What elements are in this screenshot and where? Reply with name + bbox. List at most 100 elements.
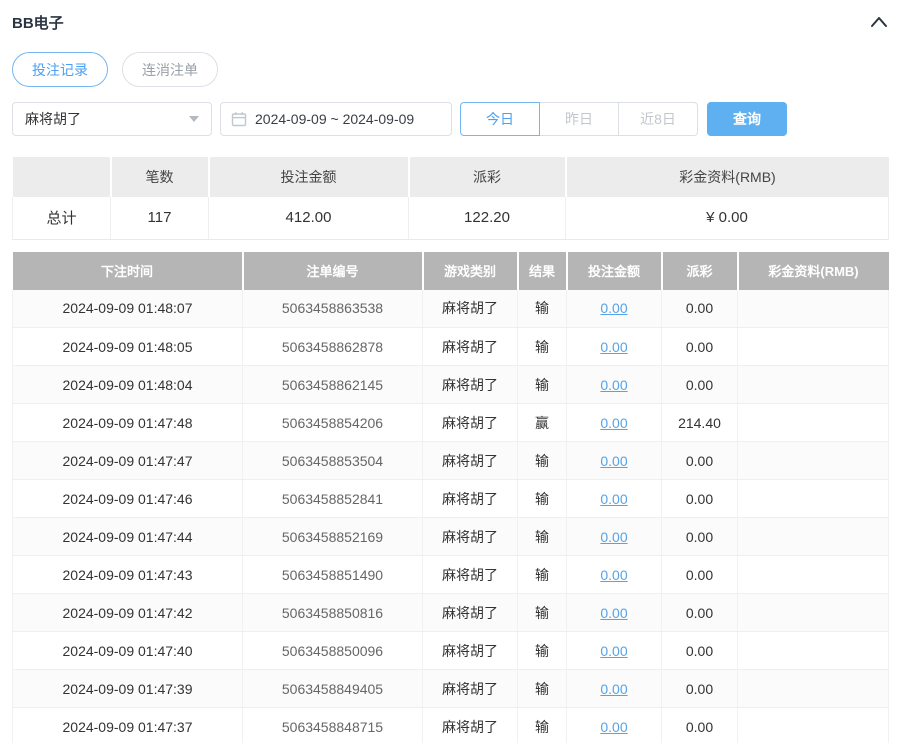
col-payout: 派彩 <box>661 251 739 290</box>
payout-cell: 0.00 <box>661 365 738 404</box>
bet-table-body: 2024-09-09 01:48:07 5063458863538 麻将胡了 输… <box>12 289 889 743</box>
date-range-value: 2024-09-09 ~ 2024-09-09 <box>255 111 415 127</box>
bet-amount-link[interactable]: 0.00 <box>600 415 627 431</box>
tab-bet-records[interactable]: 投注记录 <box>12 52 108 87</box>
table-row: 2024-09-09 01:47:48 5063458854206 麻将胡了 赢… <box>12 403 889 442</box>
table-row: 2024-09-09 01:47:40 5063458850096 麻将胡了 输… <box>12 631 889 670</box>
chevron-down-icon <box>189 116 199 122</box>
bet-time-cell: 2024-09-09 01:47:47 <box>12 441 243 480</box>
result-cell: 输 <box>517 631 567 670</box>
bet-amount-link[interactable]: 0.00 <box>600 339 627 355</box>
bet-amount-link[interactable]: 0.00 <box>600 300 627 316</box>
summary-col-blank <box>12 157 112 197</box>
col-bet-time: 下注时间 <box>12 251 244 290</box>
table-row: 2024-09-09 01:47:39 5063458849405 麻将胡了 输… <box>12 669 889 708</box>
bet-amount-cell: 0.00 <box>566 441 662 480</box>
result-cell: 输 <box>517 707 567 743</box>
game-select[interactable]: 麻将胡了 <box>12 102 212 136</box>
col-result: 结果 <box>517 251 568 290</box>
game-type-cell: 麻将胡了 <box>422 365 518 404</box>
bet-amount-cell: 0.00 <box>566 289 662 328</box>
col-bonus: 彩金资料(RMB) <box>737 251 889 290</box>
bet-amount-link[interactable]: 0.00 <box>600 453 627 469</box>
summary-total-payout: 122.20 <box>408 197 566 240</box>
bet-time-cell: 2024-09-09 01:47:48 <box>12 403 243 442</box>
game-type-cell: 麻将胡了 <box>422 289 518 328</box>
summary-col-bet-amount: 投注金额 <box>208 157 410 197</box>
bet-id-cell: 5063458850816 <box>242 593 423 632</box>
result-cell: 输 <box>517 289 567 328</box>
bonus-cell <box>737 403 889 442</box>
bet-time-cell: 2024-09-09 01:47:46 <box>12 479 243 518</box>
bonus-cell <box>737 631 889 670</box>
payout-cell: 0.00 <box>661 327 738 366</box>
result-cell: 输 <box>517 593 567 632</box>
chevron-up-icon <box>871 17 887 27</box>
table-row: 2024-09-09 01:48:05 5063458862878 麻将胡了 输… <box>12 327 889 366</box>
bet-time-cell: 2024-09-09 01:48:07 <box>12 289 243 328</box>
summary-col-bonus: 彩金资料(RMB) <box>565 157 889 197</box>
bet-time-cell: 2024-09-09 01:47:44 <box>12 517 243 556</box>
col-game-type: 游戏类别 <box>422 251 519 290</box>
summary-total-count: 117 <box>110 197 209 240</box>
bet-id-cell: 5063458863538 <box>242 289 423 328</box>
summary-col-count: 笔数 <box>110 157 210 197</box>
game-type-cell: 麻将胡了 <box>422 555 518 594</box>
bet-id-cell: 5063458849405 <box>242 669 423 708</box>
bet-id-cell: 5063458862145 <box>242 365 423 404</box>
bet-amount-link[interactable]: 0.00 <box>600 719 627 735</box>
bet-time-cell: 2024-09-09 01:48:05 <box>12 327 243 366</box>
bet-id-cell: 5063458848715 <box>242 707 423 743</box>
table-row: 2024-09-09 01:47:37 5063458848715 麻将胡了 输… <box>12 707 889 743</box>
bet-amount-cell: 0.00 <box>566 327 662 366</box>
record-type-tabs: 投注记录 连消注单 <box>12 52 889 87</box>
bet-amount-link[interactable]: 0.00 <box>600 567 627 583</box>
quick-range-today[interactable]: 今日 <box>460 102 540 136</box>
payout-cell: 0.00 <box>661 631 738 670</box>
result-cell: 输 <box>517 441 567 480</box>
game-select-value: 麻将胡了 <box>25 111 81 127</box>
col-bet-amount: 投注金额 <box>566 251 663 290</box>
tab-cancelled-orders[interactable]: 连消注单 <box>122 52 218 87</box>
result-cell: 赢 <box>517 403 567 442</box>
payout-cell: 0.00 <box>661 441 738 480</box>
collapse-panel-button[interactable] <box>869 12 889 32</box>
payout-cell: 0.00 <box>661 517 738 556</box>
summary-total-label: 总计 <box>12 197 111 240</box>
bet-records-table: 下注时间 注单编号 游戏类别 结果 投注金额 派彩 彩金资料(RMB) 2024… <box>12 251 889 743</box>
bonus-cell <box>737 593 889 632</box>
table-row: 2024-09-09 01:47:46 5063458852841 麻将胡了 输… <box>12 479 889 518</box>
bet-id-cell: 5063458852841 <box>242 479 423 518</box>
table-row: 2024-09-09 01:47:42 5063458850816 麻将胡了 输… <box>12 593 889 632</box>
result-cell: 输 <box>517 555 567 594</box>
date-range-input[interactable]: 2024-09-09 ~ 2024-09-09 <box>220 102 452 136</box>
payout-cell: 214.40 <box>661 403 738 442</box>
summary-header-row: 笔数 投注金额 派彩 彩金资料(RMB) <box>12 157 889 197</box>
game-type-cell: 麻将胡了 <box>422 517 518 556</box>
game-type-cell: 麻将胡了 <box>422 403 518 442</box>
bet-amount-cell: 0.00 <box>566 517 662 556</box>
quick-range-group: 今日 昨日 近8日 <box>460 102 698 136</box>
bet-amount-link[interactable]: 0.00 <box>600 377 627 393</box>
quick-range-last8days[interactable]: 近8日 <box>618 102 698 136</box>
bet-amount-link[interactable]: 0.00 <box>600 605 627 621</box>
bonus-cell <box>737 479 889 518</box>
summary-total-bonus: ¥ 0.00 <box>565 197 889 240</box>
bet-amount-link[interactable]: 0.00 <box>600 529 627 545</box>
bet-amount-cell: 0.00 <box>566 479 662 518</box>
bet-records-panel: BB电子 投注记录 连消注单 麻将胡了 2024-09-09 ~ 2024-09… <box>0 0 901 743</box>
search-button[interactable]: 查询 <box>707 102 787 136</box>
bonus-cell <box>737 555 889 594</box>
bet-amount-link[interactable]: 0.00 <box>600 643 627 659</box>
bet-amount-cell: 0.00 <box>566 631 662 670</box>
bet-time-cell: 2024-09-09 01:47:37 <box>12 707 243 743</box>
summary-total-bet-amount: 412.00 <box>208 197 409 240</box>
bet-table-header-row: 下注时间 注单编号 游戏类别 结果 投注金额 派彩 彩金资料(RMB) <box>12 251 889 290</box>
bet-amount-link[interactable]: 0.00 <box>600 681 627 697</box>
quick-range-yesterday[interactable]: 昨日 <box>539 102 619 136</box>
bet-amount-cell: 0.00 <box>566 669 662 708</box>
bonus-cell <box>737 327 889 366</box>
bet-amount-link[interactable]: 0.00 <box>600 491 627 507</box>
game-type-cell: 麻将胡了 <box>422 593 518 632</box>
result-cell: 输 <box>517 365 567 404</box>
